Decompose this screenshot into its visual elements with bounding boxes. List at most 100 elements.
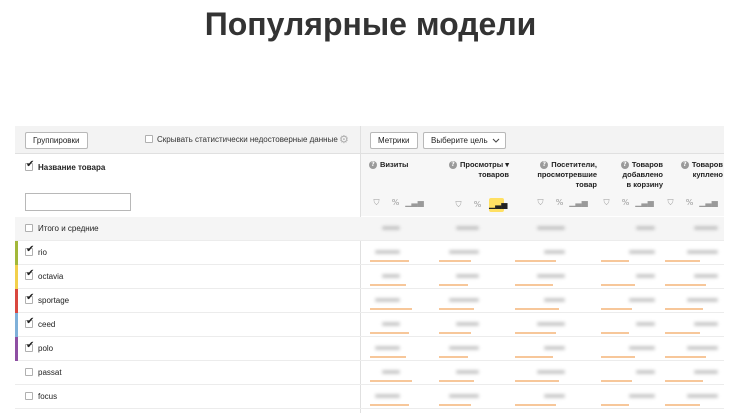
- obscured-value: [382, 274, 400, 278]
- goal-select-label: Выберите цель: [431, 136, 488, 145]
- series-color-stripe: [15, 265, 18, 289]
- obscured-value: [382, 370, 400, 374]
- row-checkbox[interactable]: [25, 391, 33, 400]
- row-checkbox[interactable]: [25, 316, 34, 328]
- obscured-value: [537, 226, 565, 230]
- metric-header-text: просмотревшие: [537, 170, 597, 179]
- series-color-stripe: [15, 289, 18, 313]
- obscured-value: [544, 394, 565, 398]
- select-all-checkbox[interactable]: [25, 159, 34, 171]
- metric-header-0[interactable]: ? Визиты: [369, 160, 429, 170]
- groupings-button[interactable]: Группировки: [25, 132, 88, 149]
- mini-bar: [439, 404, 471, 406]
- row-name: sportage: [25, 292, 69, 305]
- mini-bar: [665, 284, 706, 286]
- metric-header-3[interactable]: ? Товаров добавлено в корзину: [601, 160, 663, 190]
- mini-bar: [665, 332, 700, 334]
- obscured-value: [694, 226, 718, 230]
- mini-bar: [601, 404, 629, 406]
- metric-header-text: товаров: [478, 170, 509, 179]
- mini-bar: [439, 260, 471, 262]
- obscured-value: [537, 322, 565, 326]
- hide-unreliable-checkbox[interactable]: [145, 134, 153, 143]
- metric-column-tools: ⛉% ▁▃▅: [597, 198, 654, 208]
- metric-header-text: Просмотры ▾: [460, 160, 509, 169]
- percent-icon[interactable]: %: [680, 198, 699, 207]
- obscured-value: [694, 274, 718, 278]
- goal-select[interactable]: Выберите цель: [423, 132, 506, 149]
- obscured-value: [456, 226, 479, 230]
- filter-icon[interactable]: ⛉: [449, 200, 468, 210]
- bar-chart-icon[interactable]: ▁▃▅: [405, 198, 424, 207]
- obscured-value: [449, 394, 479, 398]
- question-icon[interactable]: ?: [540, 161, 549, 169]
- row-checkbox[interactable]: [25, 244, 34, 256]
- bar-chart-icon[interactable]: ▁▃▅: [569, 198, 588, 207]
- report-toolbar: Группировки Скрывать статистически недос…: [15, 126, 724, 154]
- percent-icon[interactable]: %: [386, 198, 405, 207]
- row-name: rio: [25, 244, 47, 257]
- bar-chart-icon[interactable]: ▁▃▅: [635, 198, 654, 207]
- question-icon[interactable]: ?: [449, 161, 458, 169]
- percent-icon[interactable]: %: [468, 200, 487, 209]
- table-row[interactable]: sportage: [15, 289, 724, 313]
- metric-header-text: Товаров: [631, 160, 663, 169]
- metric-header-2[interactable]: ? Посетители, просмотревшие товар: [513, 160, 597, 190]
- row-label: rio: [38, 248, 47, 257]
- metric-header-4[interactable]: ? Товаров куплено: [667, 160, 723, 180]
- row-checkbox[interactable]: [25, 223, 33, 232]
- obscured-value: [629, 394, 655, 398]
- mini-bar: [370, 308, 412, 310]
- bar-chart-icon[interactable]: ▁▃▅: [489, 198, 507, 212]
- table-row[interactable]: passat: [15, 361, 724, 385]
- row-name: octavia: [25, 268, 63, 281]
- mini-bar: [601, 284, 635, 286]
- mini-bar: [515, 308, 559, 310]
- table-row[interactable]: octavia: [15, 265, 724, 289]
- table-row[interactable]: polo: [15, 337, 724, 361]
- question-icon[interactable]: ?: [369, 161, 377, 169]
- filter-icon[interactable]: ⛉: [367, 198, 386, 208]
- mini-bar: [601, 260, 629, 262]
- percent-icon[interactable]: %: [616, 198, 635, 207]
- table-row[interactable]: focus: [15, 385, 724, 409]
- metric-header-text: Визиты: [380, 160, 409, 169]
- mini-bar: [601, 308, 632, 310]
- hide-unreliable-option[interactable]: Скрывать статистически недостоверные дан…: [145, 134, 338, 144]
- report-table: Группировки Скрывать статистически недос…: [15, 126, 724, 413]
- metrics-button[interactable]: Метрики: [370, 132, 418, 149]
- row-checkbox[interactable]: [25, 367, 33, 376]
- series-color-stripe: [15, 313, 18, 337]
- mini-bar: [665, 308, 703, 310]
- metric-header-text: Посетители,: [551, 160, 597, 169]
- chevron-down-icon: [492, 138, 500, 143]
- percent-icon[interactable]: %: [550, 198, 569, 207]
- gear-icon[interactable]: ⚙: [339, 134, 350, 145]
- table-row[interactable]: rio: [15, 241, 724, 265]
- metric-column-tools: ⛉% ▁▃▅: [449, 198, 507, 212]
- metric-header-1[interactable]: ? Просмотры ▾ товаров: [435, 160, 509, 180]
- row-checkbox[interactable]: [25, 292, 34, 304]
- mini-bar: [370, 284, 406, 286]
- name-filter-input[interactable]: [25, 193, 131, 211]
- obscured-value: [456, 322, 479, 326]
- name-column-header[interactable]: Название товара: [25, 159, 106, 172]
- filter-icon[interactable]: ⛉: [597, 198, 616, 208]
- total-row[interactable]: Итого и средние: [15, 217, 724, 241]
- obscured-value: [537, 274, 565, 278]
- obscured-value: [537, 370, 565, 374]
- row-checkbox[interactable]: [25, 340, 34, 352]
- question-icon[interactable]: ?: [620, 161, 629, 169]
- bar-chart-icon[interactable]: ▁▃▅: [699, 198, 718, 207]
- obscured-value: [694, 322, 718, 326]
- mini-bar: [439, 308, 474, 310]
- filter-icon[interactable]: ⛉: [661, 198, 680, 208]
- obscured-value: [636, 322, 655, 326]
- mini-bar: [370, 260, 409, 262]
- mini-bar: [515, 260, 556, 262]
- name-column-label: Название товара: [38, 163, 106, 172]
- row-checkbox[interactable]: [25, 268, 34, 280]
- question-icon[interactable]: ?: [680, 161, 689, 169]
- table-row[interactable]: ceed: [15, 313, 724, 337]
- filter-icon[interactable]: ⛉: [531, 198, 550, 208]
